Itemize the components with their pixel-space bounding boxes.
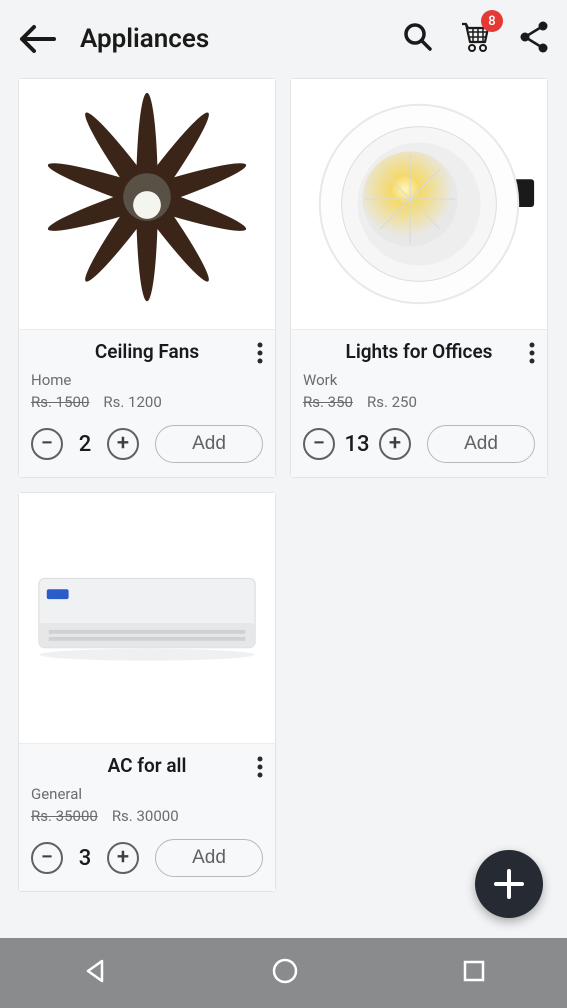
nav-home-button[interactable]	[271, 957, 299, 989]
nav-back-button[interactable]	[82, 958, 108, 988]
decrement-button[interactable]: −	[303, 428, 335, 460]
increment-button[interactable]: +	[379, 428, 411, 460]
product-body: Ceiling Fans Home Rs. 1500 Rs. 1200 − 2 …	[19, 329, 275, 477]
product-new-price: Rs. 250	[367, 393, 417, 411]
kebab-icon	[257, 756, 263, 778]
circle-home-icon	[271, 957, 299, 985]
ceiling-fan-illustration	[19, 79, 275, 329]
product-menu-button[interactable]	[529, 342, 535, 368]
product-title: AC for all	[108, 754, 187, 777]
add-button[interactable]: Add	[155, 839, 263, 877]
product-card[interactable]: Lights for Offices Work Rs. 350 Rs. 250 …	[290, 78, 548, 478]
product-old-price: Rs. 1500	[31, 393, 89, 411]
increment-button[interactable]: +	[107, 428, 139, 460]
product-old-price: Rs. 350	[303, 393, 353, 411]
add-button[interactable]: Add	[427, 425, 535, 463]
page-title: Appliances	[80, 24, 387, 54]
cart-button[interactable]: 8	[459, 20, 493, 58]
share-icon	[519, 21, 549, 53]
product-body: AC for all General Rs. 35000 Rs. 30000 −…	[19, 743, 275, 891]
decrement-button[interactable]: −	[31, 428, 63, 460]
search-icon	[403, 22, 433, 52]
product-grid: Ceiling Fans Home Rs. 1500 Rs. 1200 − 2 …	[0, 78, 567, 892]
product-subtitle: General	[31, 785, 263, 803]
product-image	[19, 493, 275, 743]
kebab-icon	[529, 342, 535, 364]
fab-add-button[interactable]	[475, 850, 543, 918]
triangle-back-icon	[82, 958, 108, 984]
increment-button[interactable]: +	[107, 842, 139, 874]
header: Appliances 8	[0, 0, 567, 78]
product-title: Ceiling Fans	[95, 340, 199, 363]
cart-badge: 8	[481, 10, 503, 32]
product-subtitle: Work	[303, 371, 535, 389]
product-menu-button[interactable]	[257, 756, 263, 782]
plus-icon	[492, 867, 526, 901]
add-button[interactable]: Add	[155, 425, 263, 463]
back-button[interactable]	[18, 23, 58, 55]
square-recent-icon	[462, 959, 486, 983]
product-quantity: 3	[71, 846, 99, 871]
product-new-price: Rs. 30000	[112, 807, 179, 825]
nav-recent-button[interactable]	[462, 959, 486, 987]
product-image	[291, 79, 547, 329]
product-card[interactable]: Ceiling Fans Home Rs. 1500 Rs. 1200 − 2 …	[18, 78, 276, 478]
system-navbar	[0, 938, 567, 1008]
product-quantity: 2	[71, 432, 99, 457]
kebab-icon	[257, 342, 263, 364]
product-card[interactable]: AC for all General Rs. 35000 Rs. 30000 −…	[18, 492, 276, 892]
ac-illustration	[19, 493, 275, 743]
arrow-left-icon	[18, 23, 58, 55]
share-button[interactable]	[519, 21, 549, 57]
product-new-price: Rs. 1200	[103, 393, 161, 411]
product-menu-button[interactable]	[257, 342, 263, 368]
office-light-illustration	[291, 79, 547, 329]
header-actions: 8	[403, 20, 549, 58]
product-old-price: Rs. 35000	[31, 807, 98, 825]
product-title: Lights for Offices	[346, 340, 493, 363]
product-subtitle: Home	[31, 371, 263, 389]
search-button[interactable]	[403, 22, 433, 56]
decrement-button[interactable]: −	[31, 842, 63, 874]
product-body: Lights for Offices Work Rs. 350 Rs. 250 …	[291, 329, 547, 477]
product-quantity: 13	[343, 432, 371, 457]
product-image	[19, 79, 275, 329]
